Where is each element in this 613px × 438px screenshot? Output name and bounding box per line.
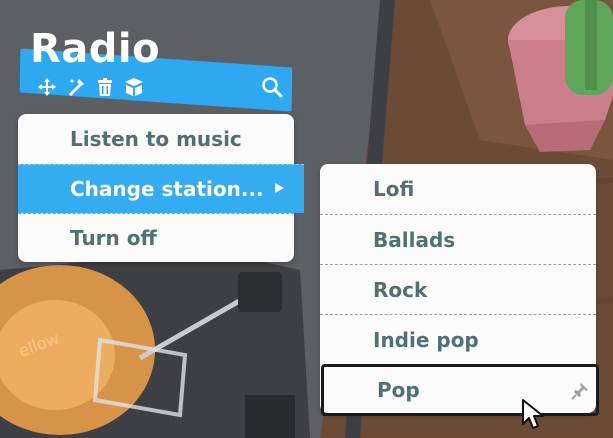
box-icon[interactable] xyxy=(123,76,145,98)
game-scene: ellow Radio Listen to music Change stati… xyxy=(0,0,613,438)
station-item-rock[interactable]: Rock xyxy=(320,264,596,314)
station-item-ballads[interactable]: Ballads xyxy=(320,214,596,264)
station-label: Pop xyxy=(377,378,420,402)
menu-item-listen[interactable]: Listen to music xyxy=(18,114,294,164)
page-title: Radio xyxy=(30,26,161,72)
object-toolbar xyxy=(36,76,145,98)
menu-item-label: Change station... xyxy=(70,177,264,201)
pin-icon[interactable] xyxy=(570,381,590,401)
radio-header: Radio xyxy=(19,24,295,112)
station-label: Lofi xyxy=(373,177,415,201)
station-item-pop[interactable]: Pop xyxy=(321,364,599,416)
station-item-indie-pop[interactable]: Indie pop xyxy=(320,314,596,364)
search-icon[interactable] xyxy=(261,76,283,98)
wand-icon[interactable] xyxy=(65,76,87,98)
radio-context-menu: Listen to music Change station... Turn o… xyxy=(18,114,304,262)
menu-item-change-station[interactable]: Change station... xyxy=(18,164,304,213)
move-icon[interactable] xyxy=(36,76,58,98)
station-label: Ballads xyxy=(373,227,456,252)
mouse-cursor-icon xyxy=(522,399,544,429)
station-label: Rock xyxy=(373,277,428,302)
menu-item-label: Listen to music xyxy=(70,127,242,151)
submenu-arrow-icon xyxy=(275,183,284,193)
menu-item-turn-off[interactable]: Turn off xyxy=(18,213,294,262)
trash-icon[interactable] xyxy=(94,76,116,98)
station-label: Indie pop xyxy=(373,327,479,352)
station-item-lofi[interactable]: Lofi xyxy=(320,164,596,214)
station-submenu: Lofi Ballads Rock Indie pop Pop xyxy=(320,164,599,416)
menu-item-label: Turn off xyxy=(70,226,157,250)
